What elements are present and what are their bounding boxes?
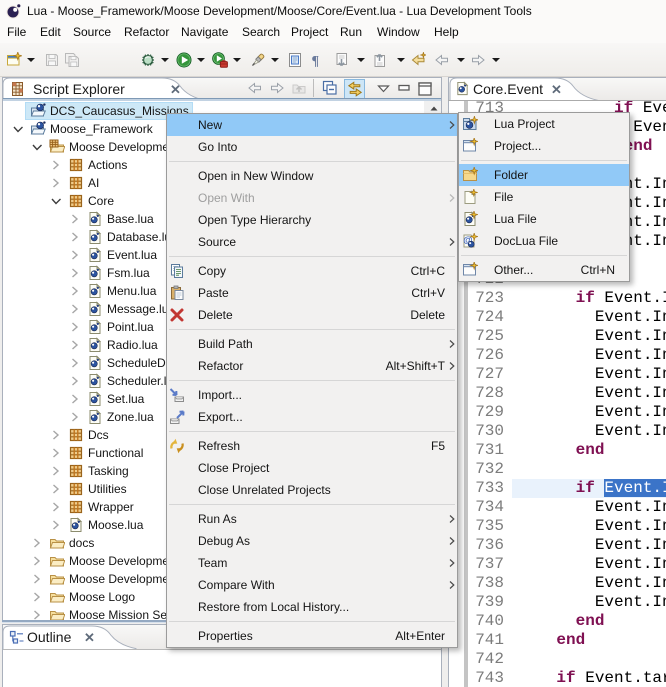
svg-text:¶: ¶ <box>312 54 320 68</box>
